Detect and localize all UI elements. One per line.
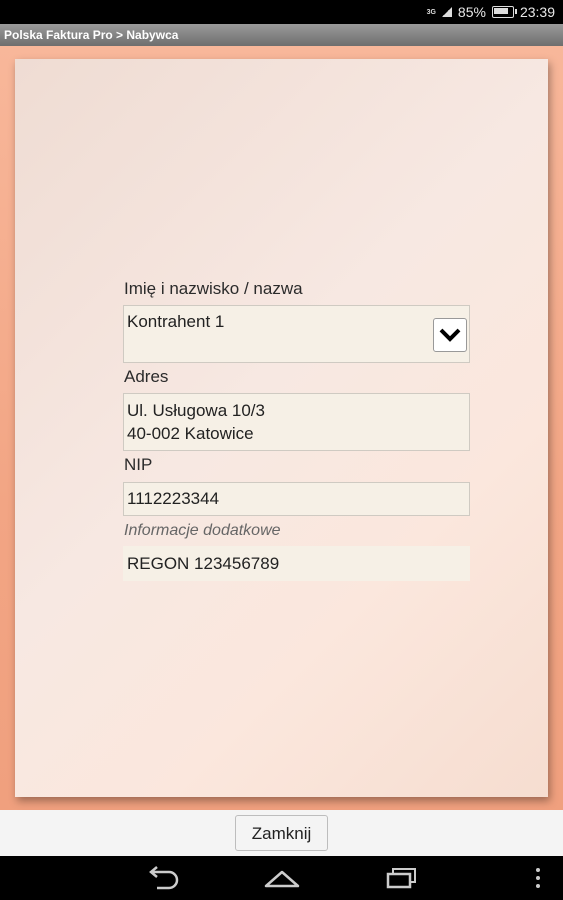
navigation-bar <box>0 856 563 900</box>
nip-value: 1112223344 <box>127 489 220 508</box>
battery-icon <box>491 6 517 18</box>
signal-icon <box>441 7 452 17</box>
address-line-2: 40-002 Katowice <box>127 424 254 443</box>
status-indicators: 3G 85% 23:39 <box>427 0 555 24</box>
extra-info-field[interactable]: REGON 123456789 <box>123 546 470 581</box>
battery-percent: 85% <box>457 4 486 20</box>
bottom-bar: Zamknij <box>0 810 563 856</box>
back-icon[interactable] <box>145 866 181 890</box>
home-icon[interactable] <box>263 866 301 890</box>
status-bar: 3G 85% 23:39 <box>0 0 563 24</box>
menu-icon[interactable] <box>533 866 543 890</box>
close-button[interactable]: Zamknij <box>235 815 328 851</box>
nip-field[interactable]: 1112223344 <box>123 482 470 516</box>
extra-info-label: Informacje dodatkowe <box>124 522 281 539</box>
address-label: Adres <box>124 367 169 386</box>
name-dropdown-button[interactable] <box>433 318 467 352</box>
address-field[interactable]: Ul. Usługowa 10/3 40-002 Katowice <box>123 393 470 451</box>
address-line-1: Ul. Usługowa 10/3 <box>127 401 265 420</box>
name-value: Kontrahent 1 <box>127 312 225 331</box>
nip-label: NIP <box>124 455 153 474</box>
content-area: Imię i nazwisko / nazwa Kontrahent 1 Adr… <box>0 46 563 810</box>
chevron-down-icon <box>439 328 461 342</box>
name-field[interactable]: Kontrahent 1 <box>123 305 470 363</box>
extra-info-value: REGON 123456789 <box>127 554 280 573</box>
signal-type-label: 3G <box>426 8 436 16</box>
buyer-card: Imię i nazwisko / nazwa Kontrahent 1 Adr… <box>15 59 548 797</box>
app-title-bar: Polska Faktura Pro > Nabywca <box>0 24 563 46</box>
recent-apps-icon[interactable] <box>385 866 419 890</box>
page-title: Polska Faktura Pro > Nabywca <box>4 28 179 42</box>
name-label: Imię i nazwisko / nazwa <box>124 279 303 298</box>
clock: 23:39 <box>519 4 555 20</box>
